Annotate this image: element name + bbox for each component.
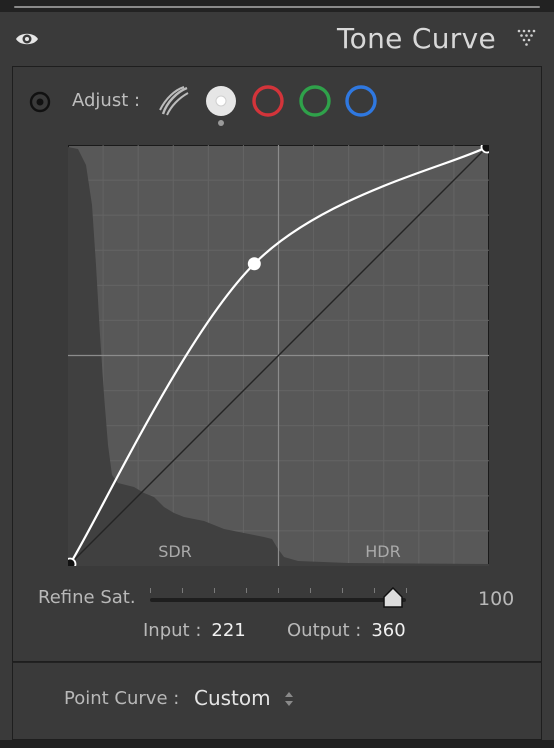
divider [14,6,540,8]
output-value: 360 [371,620,406,641]
refine-sat-slider[interactable] [150,598,406,602]
slider-ticks [150,588,407,594]
eye-icon[interactable] [14,26,40,52]
panel-top-edge [0,0,554,12]
red-channel-button[interactable] [251,84,285,118]
select-arrows-icon[interactable] [284,690,294,708]
slider-tick [246,588,247,593]
sdr-zone-label: SDR [158,542,192,561]
slider-tick [278,588,279,593]
panel-title: Tone Curve [337,22,496,55]
collapse-triangle-icon[interactable] [516,28,538,48]
curve-control-point[interactable] [247,257,261,271]
slider-tick [214,588,215,593]
refine-sat-label: Refine Sat. [38,587,136,608]
input-value: 221 [211,620,246,641]
input-readout: Input : 221 [143,620,246,641]
hdr-zone-label: HDR [365,542,400,561]
blue-channel-button[interactable] [344,84,378,118]
curve-control-point[interactable] [68,557,77,567]
slider-tick [310,588,311,593]
refine-sat-slider-thumb[interactable] [382,587,404,609]
tone-curve-graph[interactable]: SDR HDR [68,145,489,566]
adjust-label: Adjust : [72,90,141,111]
parametric-curve-icon[interactable] [157,84,191,118]
slider-tick [374,588,375,593]
slider-tick [406,588,407,593]
targeted-adjustment-icon[interactable] [28,90,52,114]
curve-control-point[interactable] [480,145,490,154]
output-readout: Output : 360 [287,620,406,641]
refine-sat-value: 100 [478,588,515,610]
slider-tick [150,588,151,593]
point-curve-rgb-button[interactable] [204,84,238,118]
input-label: Input : [143,620,202,641]
slider-tick [342,588,343,593]
point-curve-label: Point Curve : [64,688,180,709]
selected-channel-indicator [218,120,224,126]
output-label: Output : [287,620,362,641]
point-curve-select[interactable]: Custom [194,686,271,710]
green-channel-button[interactable] [298,84,332,118]
panel-header[interactable]: Tone Curve [0,12,554,66]
slider-tick [182,588,183,593]
panel-bottom-edge [0,740,554,748]
